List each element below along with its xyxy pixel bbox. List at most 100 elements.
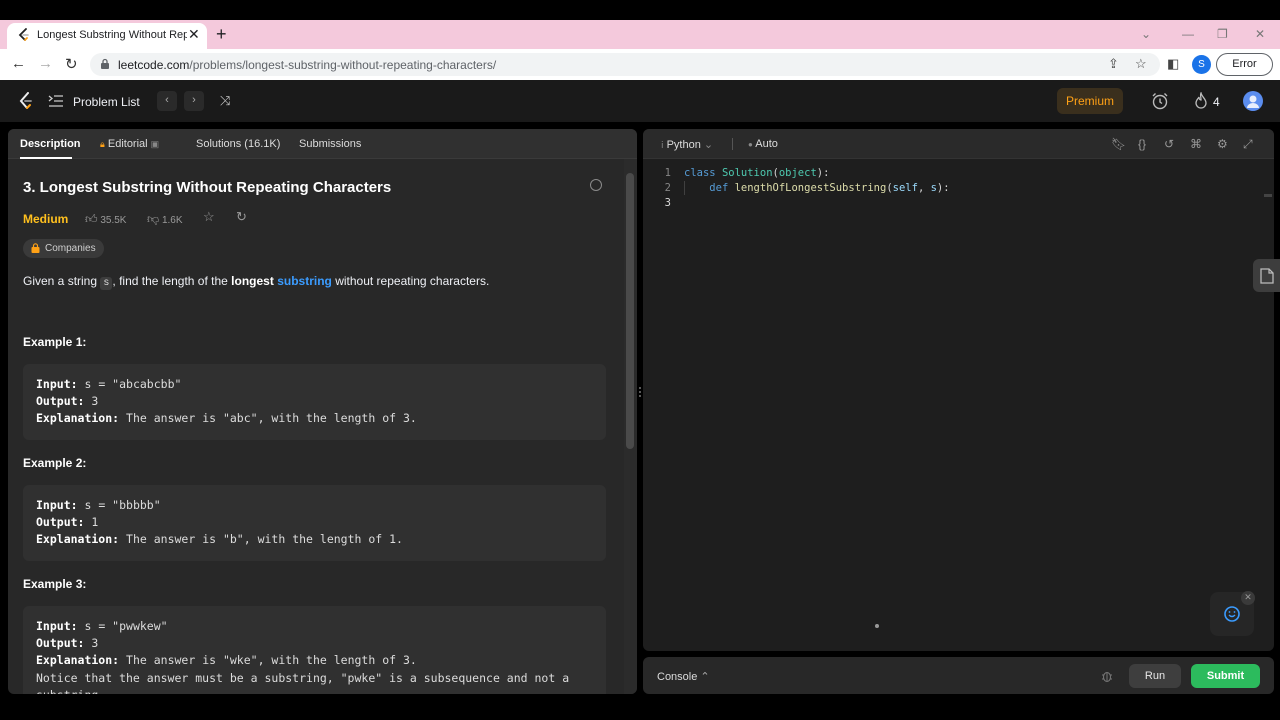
- companies-lock-icon: [31, 243, 40, 253]
- output-value: 3: [91, 394, 99, 408]
- browser-tab-title: Longest Substring Without Repe...: [37, 29, 187, 41]
- format-braces-icon[interactable]: {}: [1138, 137, 1146, 151]
- back-icon[interactable]: ←: [11, 55, 26, 72]
- output-label: Output:: [36, 636, 85, 650]
- companies-label: Companies: [45, 243, 96, 254]
- maximize-icon[interactable]: ❐: [1217, 27, 1228, 41]
- forward-icon[interactable]: →: [38, 55, 53, 72]
- example-box: Input: s = "pwwkew" Output: 3 Explanatio…: [23, 606, 606, 694]
- problem-title[interactable]: 3. Longest Substring Without Repeating C…: [23, 179, 391, 196]
- shuffle-icon[interactable]: ⤨: [220, 93, 230, 109]
- tab-description[interactable]: Description: [20, 138, 81, 150]
- console-label: Console: [657, 671, 698, 683]
- share-icon[interactable]: ⇪: [1108, 56, 1119, 72]
- user-avatar[interactable]: [1243, 91, 1263, 111]
- minimize-icon[interactable]: —: [1182, 27, 1194, 41]
- chevron-up-icon: ⌃: [700, 671, 710, 683]
- input-value: s = "pwwkew": [84, 619, 168, 633]
- minimap-marker: [1264, 194, 1272, 197]
- explanation-label: Explanation:: [36, 532, 120, 546]
- statement-bold: longest: [231, 274, 274, 288]
- input-label: Input:: [36, 498, 78, 512]
- thumbs-up-icon: 👍︎: [85, 212, 98, 226]
- code-keyword: def: [709, 182, 729, 194]
- editorial-lock-icon: 🔒︎: [100, 139, 105, 149]
- example-label: Example 2:: [23, 456, 87, 470]
- error-button[interactable]: Error: [1216, 53, 1273, 76]
- close-window-icon[interactable]: ✕: [1255, 27, 1265, 41]
- output-value: 3: [91, 636, 99, 650]
- tab-submissions[interactable]: Submissions: [299, 138, 361, 150]
- dislike-button[interactable]: 👎︎ 1.6K: [147, 212, 183, 227]
- code-keyword: class: [684, 167, 716, 179]
- input-label: Input:: [36, 377, 78, 391]
- panel-tabs: Description 🔒︎ Editorial ▣ Solutions (16…: [8, 129, 637, 159]
- statement-code: s: [100, 277, 113, 290]
- submit-button[interactable]: Submit: [1191, 664, 1260, 688]
- substring-link[interactable]: substring: [277, 274, 332, 288]
- auto-dot-icon: ●: [748, 140, 753, 149]
- debug-bug-icon[interactable]: [1101, 669, 1113, 683]
- scrollbar-thumb[interactable]: [626, 173, 634, 449]
- console-toggle[interactable]: Console ⌃: [657, 670, 710, 683]
- console-bar: Console ⌃ Run Submit: [643, 657, 1274, 694]
- bookmark-icon[interactable]: 🔖︎: [1111, 137, 1126, 151]
- side-panel-icon[interactable]: ◧: [1167, 56, 1179, 72]
- output-label: Output:: [36, 515, 85, 529]
- run-button[interactable]: Run: [1129, 664, 1181, 688]
- language-label: Python: [666, 139, 701, 151]
- favorite-star-icon[interactable]: ☆: [203, 209, 215, 225]
- browser-tab[interactable]: Longest Substring Without Repe... ✕: [7, 23, 207, 49]
- explanation-text: The answer is "wke", with the length of …: [126, 653, 417, 667]
- input-label: Input:: [36, 619, 78, 633]
- notes-tab[interactable]: [1253, 259, 1280, 292]
- code-function-name: lengthOfLongestSubstring: [734, 182, 887, 194]
- close-tab-icon[interactable]: ✕: [188, 26, 200, 43]
- premium-button[interactable]: Premium: [1057, 88, 1123, 114]
- next-problem-button[interactable]: ›: [184, 91, 204, 111]
- profile-avatar[interactable]: S: [1192, 55, 1211, 74]
- new-tab-button[interactable]: +: [216, 24, 227, 45]
- close-chat-icon[interactable]: ✕: [1241, 591, 1255, 605]
- leetcode-logo-icon[interactable]: [18, 92, 34, 110]
- explanation-text: The answer is "abc", with the length of …: [126, 411, 417, 425]
- problem-list-icon[interactable]: [48, 94, 64, 108]
- info-small-icon: ⅰ: [661, 140, 664, 150]
- info-icon[interactable]: [590, 179, 602, 191]
- prev-problem-button[interactable]: ‹: [157, 91, 177, 111]
- screen: Longest Substring Without Repe... ✕ + ⌄ …: [0, 0, 1280, 720]
- bookmark-star-icon[interactable]: ☆: [1135, 56, 1147, 72]
- description-scrollbar[interactable]: [624, 159, 637, 694]
- tab-search-chevron-icon[interactable]: ⌄: [1141, 27, 1151, 41]
- url-field[interactable]: leetcode.com/problems/longest-substring-…: [90, 53, 1160, 76]
- language-select[interactable]: ⅰ Python ⌄: [661, 138, 713, 151]
- cursor-dot: [875, 624, 879, 628]
- code-line: def lengthOfLongestSubstring(self, s):: [709, 182, 950, 194]
- share-link-icon[interactable]: ↻: [236, 209, 247, 225]
- reset-code-icon[interactable]: ↺: [1164, 137, 1174, 151]
- shortcuts-command-icon[interactable]: ⌘: [1190, 137, 1202, 151]
- statement-part1: Given a string: [23, 274, 98, 288]
- settings-gear-icon[interactable]: ⚙: [1217, 137, 1228, 151]
- tab-solutions[interactable]: Solutions (16.1K): [196, 138, 280, 150]
- problem-list-link[interactable]: Problem List: [73, 95, 140, 109]
- auto-label: Auto: [755, 138, 778, 150]
- example-label: Example 1:: [23, 335, 87, 349]
- toolbar-divider: [732, 138, 733, 150]
- statement-part3: without repeating characters.: [335, 274, 490, 288]
- input-value: s = "abcabcbb": [84, 377, 182, 391]
- code-area[interactable]: 1 2 3 class Solution(object): def length…: [643, 159, 1274, 651]
- expand-icon[interactable]: ⤢: [1243, 137, 1253, 152]
- tab-editorial[interactable]: 🔒︎ Editorial ▣: [100, 138, 159, 150]
- auto-mode-toggle[interactable]: ● Auto: [748, 138, 778, 150]
- streak-flame-icon[interactable]: [1193, 92, 1209, 110]
- like-button[interactable]: 👍︎ 35.5K: [85, 212, 126, 227]
- problem-statement: Given a string s, find the length of the…: [23, 274, 490, 290]
- example-box: Input: s = "abcabcbb" Output: 3 Explanat…: [23, 364, 606, 440]
- reload-icon[interactable]: ↻: [65, 55, 78, 73]
- timer-icon[interactable]: [1151, 92, 1169, 110]
- code-base-class: object: [778, 167, 817, 179]
- code-param: s: [930, 182, 937, 194]
- example-box: Input: s = "bbbbb" Output: 1 Explanation…: [23, 485, 606, 561]
- companies-tag[interactable]: Companies: [23, 239, 104, 258]
